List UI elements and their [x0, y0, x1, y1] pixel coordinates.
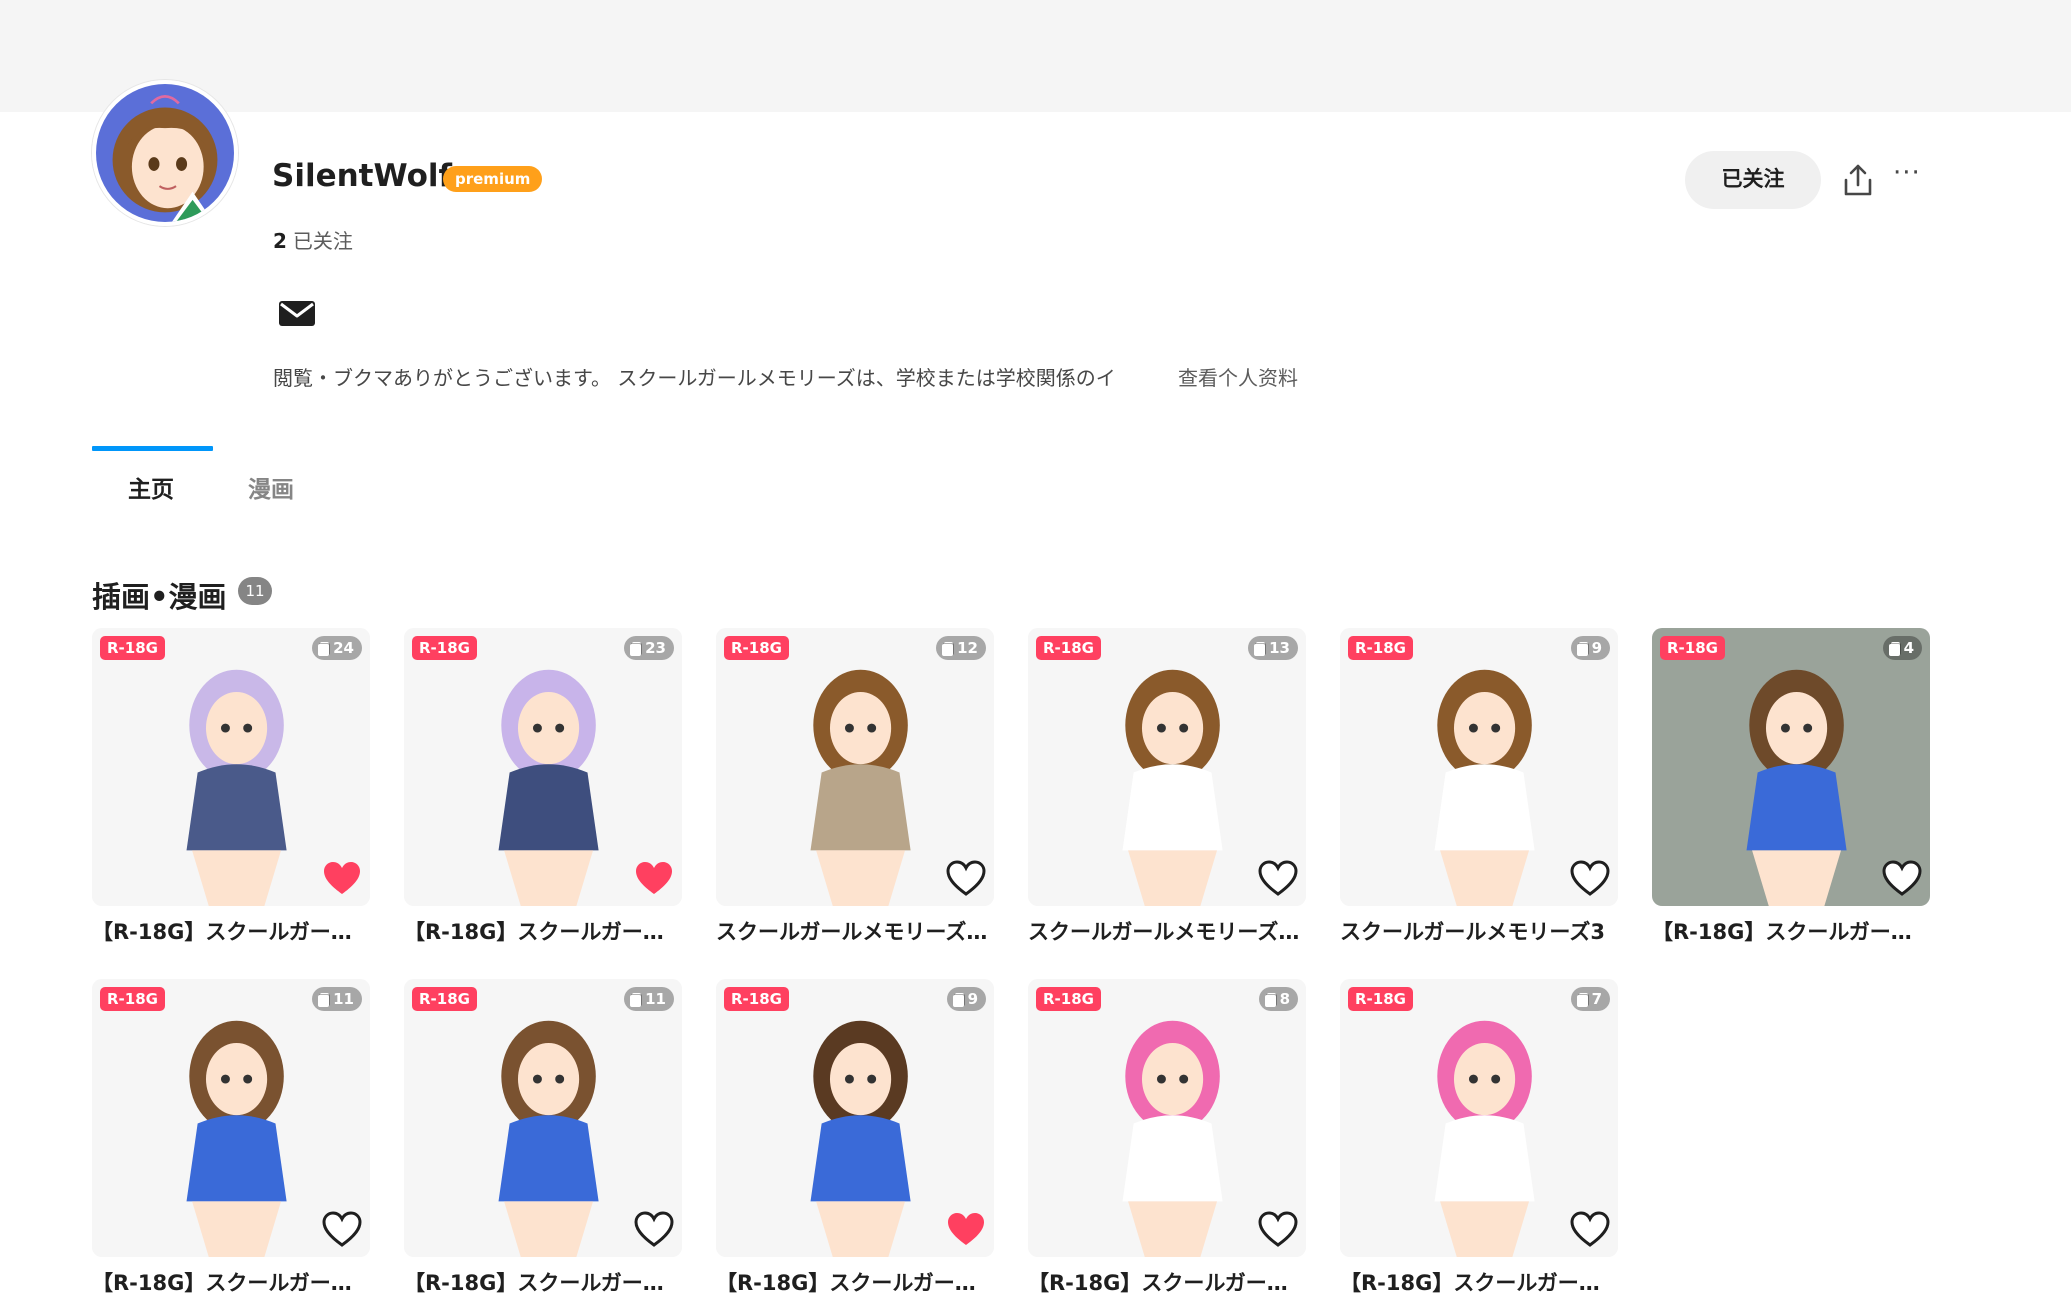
artwork-title[interactable]: 【R-18G】スクールガール… — [92, 916, 370, 946]
following-label: 已关注 — [292, 229, 353, 253]
page-count-badge: 9 — [946, 987, 986, 1011]
top-bar — [0, 0, 2071, 112]
page-count: 9 — [1591, 639, 1602, 657]
artwork-card[interactable]: R-18G 13 — [1028, 628, 1306, 906]
page-count: 12 — [957, 639, 978, 657]
avatar-image — [96, 84, 234, 222]
page-count-badge: 7 — [1570, 987, 1610, 1011]
pages-icon — [1254, 642, 1266, 656]
page-count-badge: 4 — [1882, 636, 1922, 660]
artwork-card[interactable]: R-18G 12 — [716, 628, 994, 906]
pages-icon — [318, 993, 330, 1007]
r18g-badge: R-18G — [412, 636, 477, 660]
page-count-badge: 11 — [624, 987, 674, 1011]
artwork-title[interactable]: 【R-18G】スクールガール… — [716, 1267, 994, 1297]
like-heart-icon[interactable] — [1258, 1211, 1298, 1249]
artwork-card[interactable]: R-18G 23 — [404, 628, 682, 906]
section-title: 插画•漫画 — [92, 580, 227, 614]
artwork-card[interactable]: R-18G 7 — [1340, 979, 1618, 1257]
page-count-badge: 8 — [1258, 987, 1298, 1011]
artwork-title[interactable]: 【R-18G】スクールガール… — [404, 1267, 682, 1297]
r18g-badge: R-18G — [100, 636, 165, 660]
pages-icon — [318, 642, 330, 656]
artwork-title[interactable]: 【R-18G】スクールガール… — [1652, 916, 1930, 946]
r18g-badge: R-18G — [1036, 987, 1101, 1011]
page-count-badge: 12 — [936, 636, 986, 660]
section-count-badge: 11 — [238, 577, 272, 605]
artwork-title[interactable]: 【R-18G】スクールガール… — [1340, 1267, 1618, 1297]
artwork-card[interactable]: R-18G 11 — [404, 979, 682, 1257]
username: SilentWolf — [272, 158, 452, 194]
liked-heart-icon[interactable] — [946, 1211, 986, 1249]
pages-icon — [1264, 993, 1277, 1007]
share-icon[interactable] — [1842, 163, 1874, 197]
artwork-card[interactable]: R-18G 24 — [92, 628, 370, 906]
pages-icon — [942, 642, 954, 656]
pages-icon — [1888, 642, 1901, 656]
like-heart-icon[interactable] — [1258, 860, 1298, 898]
artwork-title[interactable]: スクールガールメモリーズ3 — [1340, 916, 1618, 946]
r18g-badge: R-18G — [724, 987, 789, 1011]
page-count: 11 — [333, 990, 354, 1008]
like-heart-icon[interactable] — [322, 1211, 362, 1249]
r18g-badge: R-18G — [1348, 987, 1413, 1011]
liked-heart-icon[interactable] — [322, 860, 362, 898]
r18g-badge: R-18G — [412, 987, 477, 1011]
view-profile-link[interactable]: 查看个人资料 — [1178, 362, 1298, 391]
artwork-card[interactable]: R-18G 9 — [1340, 628, 1618, 906]
artwork-title[interactable]: スクールガールメモリーズ… — [716, 916, 994, 946]
page-count: 11 — [645, 990, 666, 1008]
like-heart-icon[interactable] — [946, 860, 986, 898]
page-count: 7 — [1591, 990, 1602, 1008]
r18g-badge: R-18G — [100, 987, 165, 1011]
active-tab-indicator — [92, 446, 213, 451]
pages-icon — [952, 993, 965, 1007]
page-count: 8 — [1279, 990, 1290, 1008]
page-count: 13 — [1269, 639, 1290, 657]
r18g-badge: R-18G — [1348, 636, 1413, 660]
premium-badge: premium — [443, 166, 543, 192]
page-count: 23 — [645, 639, 666, 657]
avatar[interactable] — [92, 80, 238, 226]
pages-icon — [630, 642, 642, 656]
pages-icon — [1576, 642, 1589, 656]
mail-icon[interactable] — [278, 298, 316, 328]
page-count: 24 — [333, 639, 354, 657]
page-count-badge: 13 — [1248, 636, 1298, 660]
like-heart-icon[interactable] — [1570, 1211, 1610, 1249]
artwork-title[interactable]: 【R-18G】スクールガール… — [404, 916, 682, 946]
r18g-badge: R-18G — [1036, 636, 1101, 660]
following-button[interactable]: 已关注 — [1685, 151, 1821, 209]
like-heart-icon[interactable] — [634, 1211, 674, 1249]
like-heart-icon[interactable] — [1882, 860, 1922, 898]
following-count: 2 — [273, 229, 287, 253]
profile-bio: 閲覧・ブクマありがとうございます。 スクールガールメモリーズは、学校または学校関… — [273, 362, 1153, 391]
pages-icon — [1576, 993, 1589, 1007]
liked-heart-icon[interactable] — [634, 860, 674, 898]
r18g-badge: R-18G — [724, 636, 789, 660]
artwork-title[interactable]: スクールガールメモリーズ… — [1028, 916, 1306, 946]
pages-icon — [630, 993, 642, 1007]
page-count: 4 — [1903, 639, 1914, 657]
tab-manga[interactable]: 漫画 — [248, 470, 294, 504]
page-count: 9 — [967, 990, 978, 1008]
page-count-badge: 24 — [312, 636, 362, 660]
artwork-title[interactable]: 【R-18G】スクールガール… — [92, 1267, 370, 1297]
following-stats[interactable]: 2 已关注 — [273, 225, 353, 254]
r18g-badge: R-18G — [1660, 636, 1725, 660]
tab-home[interactable]: 主页 — [128, 470, 174, 504]
page-count-badge: 9 — [1570, 636, 1610, 660]
artwork-card[interactable]: R-18G 8 — [1028, 979, 1306, 1257]
page-count-badge: 23 — [624, 636, 674, 660]
bio-text: 閲覧・ブクマありがとうございます。 スクールガールメモリーズは、学校または学校関… — [273, 366, 1116, 390]
page-count-badge: 11 — [312, 987, 362, 1011]
like-heart-icon[interactable] — [1570, 860, 1610, 898]
artwork-title[interactable]: 【R-18G】スクールガール… — [1028, 1267, 1306, 1297]
artwork-card[interactable]: R-18G 9 — [716, 979, 994, 1257]
more-options-icon[interactable]: ··· — [1893, 160, 1927, 193]
artwork-card[interactable]: R-18G 11 — [92, 979, 370, 1257]
artwork-card[interactable]: R-18G 4 — [1652, 628, 1930, 906]
